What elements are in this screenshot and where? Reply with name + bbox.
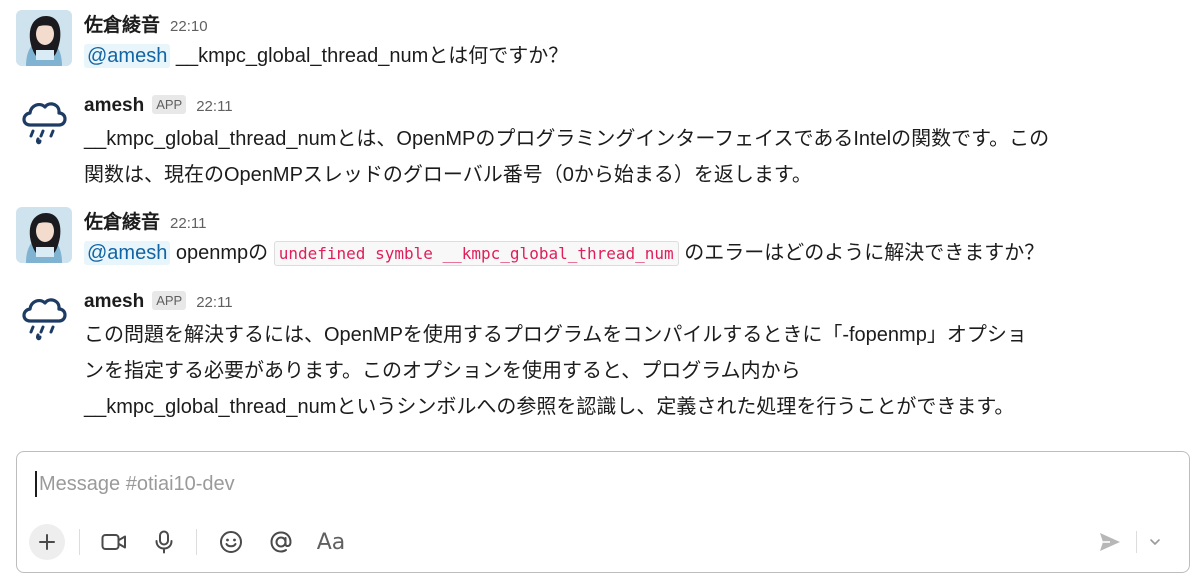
message-composer: Message #otiai10-dev Aa (16, 451, 1190, 573)
user-photo-avatar[interactable] (16, 207, 72, 263)
timestamp[interactable]: 22:11 (196, 294, 232, 311)
rain-cloud-icon[interactable] (16, 291, 72, 347)
message-body: openmpの (170, 242, 274, 264)
rain-cloud-icon[interactable] (16, 95, 72, 151)
author-name[interactable]: 佐倉綾音 (84, 207, 160, 234)
message-line: ンを指定する必要があります。このオプションを使用すると、プログラム内から (84, 360, 801, 382)
message-line: __kmpc_global_thread_numとは、OpenMPのプログラミン… (84, 128, 1050, 150)
message-text: この問題を解決するには、OpenMPを使用するプログラムをコンパイルするときに「… (84, 317, 1186, 425)
message: amesh APP 22:11 この問題を解決するには、OpenMPを使用するプ… (16, 291, 1186, 426)
send-controls (1094, 522, 1163, 562)
message-line: この問題を解決するには、OpenMPを使用するプログラムをコンパイルするときに「… (84, 324, 1027, 346)
send-icon[interactable] (1094, 526, 1126, 558)
author-name[interactable]: 佐倉綾音 (84, 10, 160, 37)
inline-code: undefined symble __kmpc_global_thread_nu… (273, 241, 679, 266)
author-name[interactable]: amesh (84, 95, 144, 117)
timestamp[interactable]: 22:11 (196, 98, 232, 115)
message-input-placeholder: Message #otiai10-dev (39, 472, 235, 495)
emoji-icon[interactable] (213, 524, 249, 560)
message: amesh APP 22:11 __kmpc_global_thread_num… (16, 95, 1186, 195)
timestamp[interactable]: 22:10 (170, 18, 208, 35)
send-divider (1136, 531, 1137, 553)
toolbar-divider (79, 529, 80, 555)
at-icon[interactable] (263, 524, 299, 560)
format-label: Aa (316, 529, 346, 555)
user-photo-avatar[interactable] (16, 10, 72, 66)
message-body: のエラーはどのように解決できますか？ (678, 242, 1045, 264)
microphone-icon[interactable] (146, 524, 182, 560)
video-icon[interactable] (96, 524, 132, 560)
toolbar-divider (196, 529, 197, 555)
message-input[interactable]: Message #otiai10-dev (35, 468, 1169, 500)
message-line: __kmpc_global_thread_numというシンボルへの参照を認識し、… (84, 396, 1015, 418)
chevron-down-icon[interactable] (1147, 534, 1163, 550)
composer-toolbar: Aa (29, 522, 1177, 562)
message: 佐倉綾音 22:10 @amesh __kmpc_global_thread_n… (16, 10, 1186, 74)
app-badge: APP (152, 95, 187, 114)
message-text: @amesh __kmpc_global_thread_numとは何ですか？ (84, 36, 1186, 76)
plus-icon[interactable] (29, 524, 65, 560)
message-body: __kmpc_global_thread_numとは何ですか？ (170, 45, 569, 67)
format-icon[interactable]: Aa (313, 524, 349, 560)
message-text: @amesh openmpの undefined symble __kmpc_g… (84, 233, 1186, 274)
app-badge: APP (152, 291, 187, 310)
message: 佐倉綾音 22:11 @amesh openmpの undefined symb… (16, 207, 1186, 271)
text-cursor (35, 471, 37, 497)
message-list: 佐倉綾音 22:10 @amesh __kmpc_global_thread_n… (0, 0, 1200, 440)
user-mention[interactable]: @amesh (84, 44, 171, 68)
message-text: __kmpc_global_thread_numとは、OpenMPのプログラミン… (84, 121, 1186, 193)
user-mention[interactable]: @amesh (84, 241, 171, 265)
author-name[interactable]: amesh (84, 291, 144, 313)
message-line: 関数は、現在のOpenMPスレッドのグローバル番号（0から始まる）を返します。 (84, 164, 812, 186)
timestamp[interactable]: 22:11 (170, 215, 206, 232)
